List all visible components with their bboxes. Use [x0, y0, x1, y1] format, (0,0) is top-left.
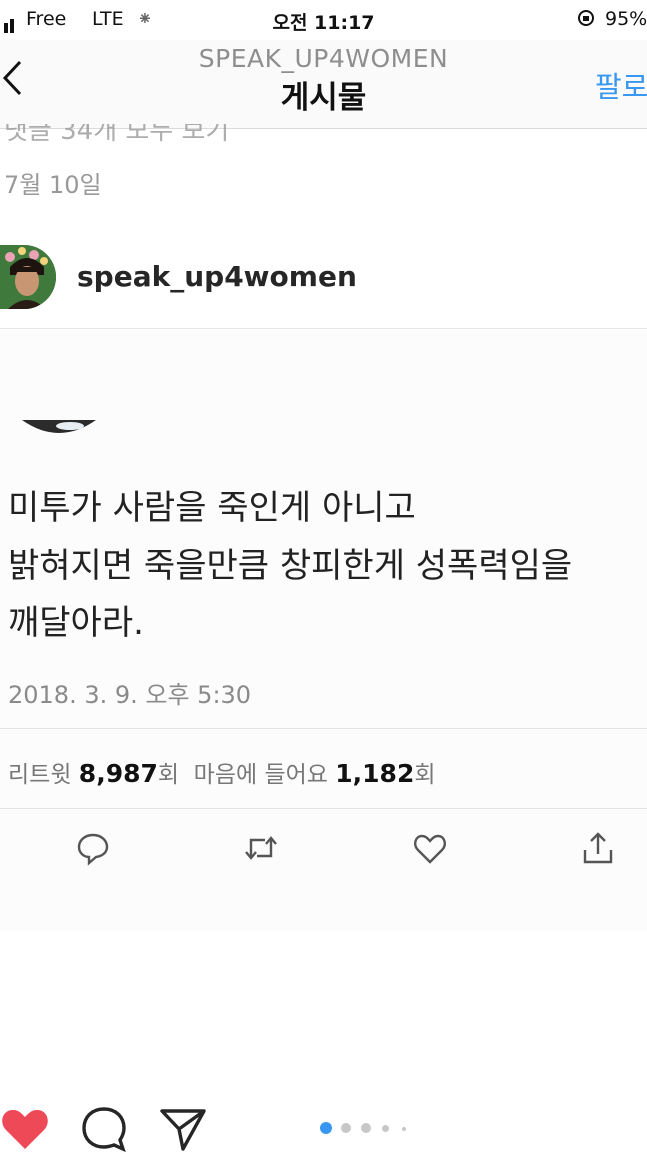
tweet-like-icon	[412, 830, 448, 866]
comment-icon[interactable]	[80, 1105, 128, 1153]
battery-percent: 95%	[605, 8, 647, 30]
like-unit: 회	[414, 762, 436, 788]
tweet-text-line: 깨달아라.	[8, 603, 144, 643]
like-label: 마음에 들어요	[193, 762, 328, 788]
tweet-stats: 리트윗 8,987회 마음에 들어요 1,182회	[8, 755, 436, 789]
carousel-dot-active	[320, 1122, 332, 1134]
retweet-count: 8,987	[78, 759, 158, 788]
carousel-dot	[382, 1125, 389, 1132]
tweet-image: 미투가 사람을 죽인게 아니고 밝혀지면 죽을만큼 창피한게 성폭력임을 깨달아…	[0, 330, 647, 930]
carousel-dot	[361, 1123, 371, 1133]
carousel-dot	[341, 1123, 351, 1133]
tweet-avatar-edge	[20, 420, 98, 444]
follow-button[interactable]: 팔로	[595, 64, 647, 106]
reply-icon	[75, 830, 111, 866]
divider	[0, 808, 647, 809]
share-icon	[580, 830, 616, 866]
retweet-label: 리트윗	[8, 762, 72, 788]
carousel-dot	[402, 1127, 406, 1131]
retweet-unit: 회	[157, 762, 180, 788]
avatar[interactable]	[0, 245, 56, 309]
post-username[interactable]: speak_up4women	[77, 260, 357, 293]
page-title: 게시물	[280, 80, 367, 116]
like-heart-icon[interactable]	[0, 1105, 48, 1153]
post-header: speak_up4women	[0, 240, 647, 329]
tweet-text-line: 미투가 사람을 죽인게 아니고	[8, 488, 416, 528]
divider	[0, 728, 647, 729]
account-handle: SPEAK_UP4WOMEN	[198, 44, 449, 73]
direct-share-icon[interactable]	[158, 1105, 206, 1153]
previous-post-date: 7월 10일	[4, 171, 102, 199]
navigation-bar: SPEAK_UP4WOMEN 게시물 팔로	[0, 40, 647, 129]
status-time: 오전 11:17	[272, 12, 375, 34]
like-count: 1,182	[335, 759, 415, 788]
tweet-timestamp: 2018. 3. 9. 오후 5:30	[8, 681, 252, 709]
rotation-lock-icon	[577, 9, 595, 32]
post-actions-bar	[0, 1095, 647, 1153]
status-bar: Free LTE ⁕ 오전 11:17 95%	[0, 0, 647, 40]
tweet-text-line: 밝혀지면 죽을만큼 창피한게 성폭력임을	[8, 546, 573, 586]
retweet-icon	[243, 830, 279, 866]
